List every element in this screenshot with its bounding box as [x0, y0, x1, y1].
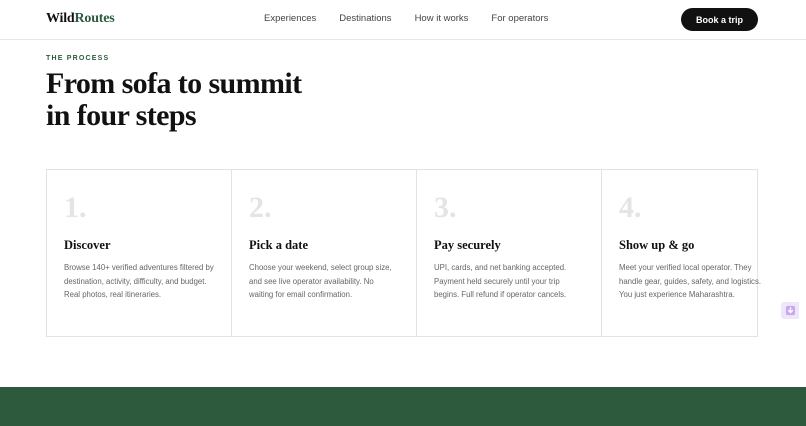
step-number: 1. [64, 191, 87, 224]
step-card-pay-securely: 3. Pay securely UPI, cards, and net bank… [417, 170, 602, 336]
book-trip-button[interactable]: Book a trip [681, 8, 758, 31]
download-icon [785, 305, 795, 316]
logo[interactable]: WildRoutes [46, 11, 115, 27]
step-number: 2. [249, 191, 272, 224]
step-title: Discover [64, 238, 111, 252]
step-description: Choose your weekend, select group size, … [249, 263, 392, 300]
section-headline: From sofa to summit in four steps [46, 68, 366, 132]
step-card-pick-date: 2. Pick a date Choose your weekend, sele… [232, 170, 417, 336]
nav-link-destinations[interactable]: Destinations [339, 13, 391, 24]
step-card-show-up: 4. Show up & go Meet your verified local… [602, 170, 786, 336]
steps-grid: 1. Discover Browse 140+ verified adventu… [46, 169, 761, 337]
nav-link-how-it-works[interactable]: How it works [415, 13, 469, 24]
step-number: 4. [619, 191, 642, 224]
step-title: Show up & go [619, 238, 695, 252]
step-title: Pick a date [249, 238, 309, 252]
logo-main: Wild [46, 11, 75, 26]
nav-links: Experiences Destinations How it works Fo… [264, 13, 571, 24]
top-navbar: WildRoutes Experiences Destinations How … [0, 0, 806, 40]
headline-line-1: From sofa to summit [46, 67, 302, 100]
next-section-band [0, 387, 806, 426]
step-description: UPI, cards, and net banking accepted. Pa… [434, 263, 567, 300]
headline-line-2: in four steps [46, 99, 197, 132]
step-card-discover: 1. Discover Browse 140+ verified adventu… [47, 170, 232, 336]
floating-widget-button[interactable] [781, 302, 799, 319]
step-number: 3. [434, 191, 457, 224]
nav-link-for-operators[interactable]: For operators [491, 13, 548, 24]
logo-accent: Routes [74, 11, 115, 26]
step-description: Browse 140+ verified adventures filtered… [64, 263, 214, 300]
step-title: Pay securely [434, 238, 501, 252]
nav-link-experiences[interactable]: Experiences [264, 13, 316, 24]
step-description: Meet your verified local operator. They … [619, 263, 762, 300]
section-eyebrow: THE PROCESS [46, 55, 110, 62]
